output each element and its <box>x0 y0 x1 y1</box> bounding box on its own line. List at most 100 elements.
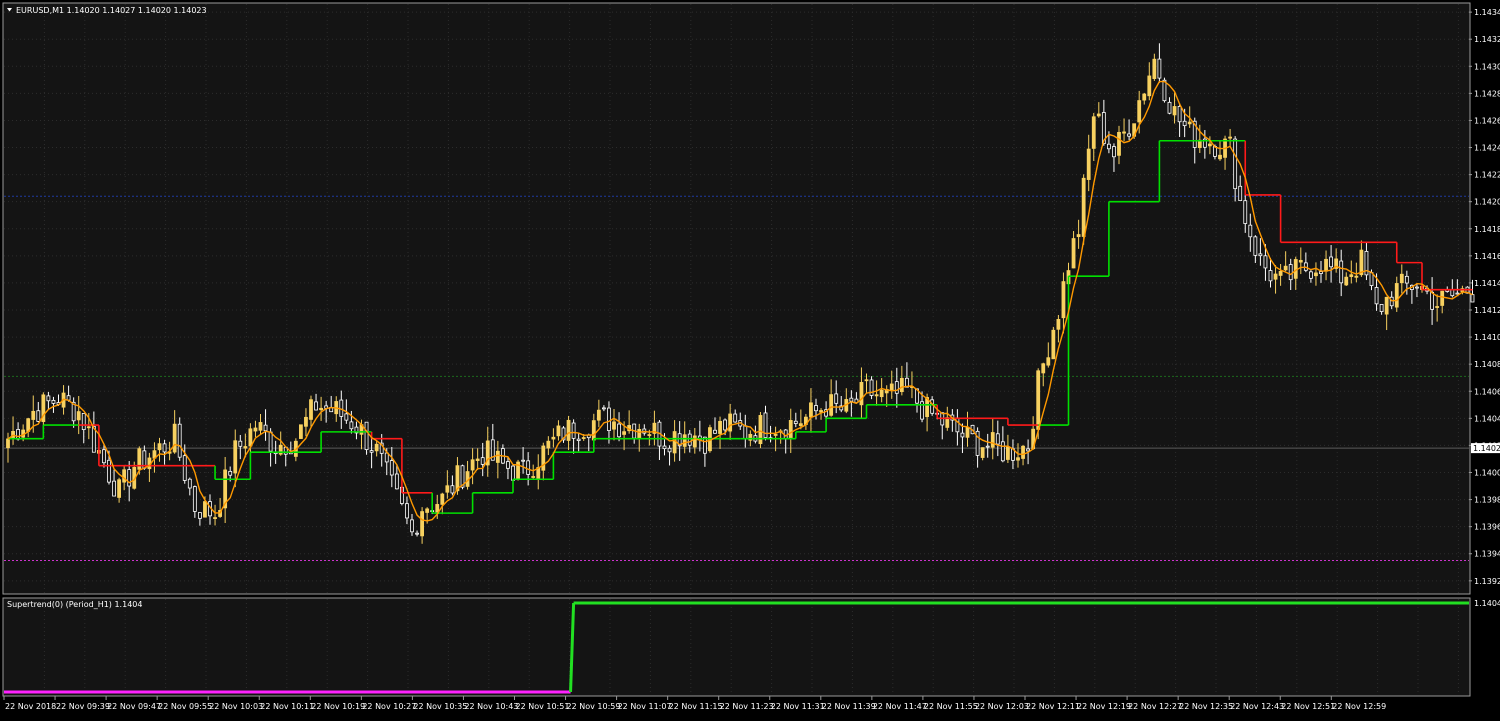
candle-body <box>1238 185 1243 201</box>
candle-body <box>1006 446 1010 460</box>
candle-body <box>899 377 904 393</box>
candle-body <box>531 476 536 478</box>
time-tick-label: 22 Nov 11:39 <box>822 702 876 711</box>
candle-body <box>788 420 793 439</box>
candle-body <box>733 413 738 423</box>
candle-body <box>612 421 616 430</box>
candle-body <box>551 436 556 440</box>
candle-body <box>1253 236 1258 256</box>
candle-body <box>1228 136 1232 139</box>
price-tick-label: 1.14045 <box>1474 414 1500 423</box>
candle-body <box>703 436 707 454</box>
candle-body <box>36 410 41 422</box>
time-tick-label: 22 Nov 12:59 <box>1332 702 1386 711</box>
candle-body <box>687 433 692 446</box>
candle-body <box>894 381 899 394</box>
candle-body <box>576 438 581 441</box>
indicator-pane[interactable] <box>2 597 1471 697</box>
candle-body <box>495 450 500 463</box>
candle-body <box>162 443 167 453</box>
candle-body <box>228 471 233 476</box>
time-tick-label: 22 Nov 10:27 <box>362 702 416 711</box>
candle-body <box>470 459 475 471</box>
price-tick-label: 1.14005 <box>1474 468 1500 477</box>
candle-body <box>1399 273 1404 284</box>
candle-body <box>864 379 869 382</box>
candle-body <box>1309 271 1313 279</box>
candle-body <box>849 397 854 402</box>
candle-body <box>889 383 894 390</box>
candle-body <box>1122 131 1126 134</box>
indicator-header: Supertrend(0) (Period_H1) 1.1404 <box>7 600 142 609</box>
candle-body <box>203 501 207 518</box>
candle-body <box>187 478 192 489</box>
candle-body <box>1278 271 1283 276</box>
candle-body <box>617 423 621 438</box>
time-tick-label: 22 Nov 11:55 <box>924 702 978 711</box>
symbol-header: EURUSD,M1 1.14020 1.14027 1.14020 1.1402… <box>16 6 207 15</box>
candle-body <box>6 438 10 449</box>
candle-body <box>1374 287 1379 305</box>
price-tick-label: 1.13925 <box>1474 577 1500 586</box>
price-tick-label: 1.13985 <box>1474 496 1500 505</box>
candle-body <box>511 465 515 481</box>
candle-body <box>829 394 834 416</box>
price-tick-label: 1.14085 <box>1474 360 1500 369</box>
main-chart-pane[interactable] <box>2 2 1471 595</box>
candle-body <box>1071 238 1076 269</box>
time-tick-label: 22 Nov 09:39 <box>56 702 110 711</box>
candle-body <box>298 424 303 439</box>
candle-body <box>879 389 884 398</box>
price-tick-label: 1.14305 <box>1474 62 1500 71</box>
candle-body <box>637 429 642 439</box>
time-tick-label: 22 Nov 12:35 <box>1179 702 1233 711</box>
candle-body <box>1339 260 1344 284</box>
candle-body <box>1182 120 1187 127</box>
candle-body <box>566 419 571 441</box>
candle-body <box>1354 275 1359 278</box>
price-chart[interactable]: 1.14345 1.14325 1.14305 1.14285 1.14265 1.142… <box>0 0 1500 717</box>
price-tick-label: 1.14325 <box>1474 35 1500 44</box>
candle-body <box>309 399 313 420</box>
candle-body <box>112 480 116 497</box>
price-tick-label: 1.14345 <box>1474 8 1500 17</box>
candle-body <box>1319 271 1323 274</box>
price-tick-label: 1.14165 <box>1474 252 1500 261</box>
candle-body <box>374 443 379 452</box>
price-tick-label: 1.13965 <box>1474 523 1500 532</box>
candle-body <box>268 431 273 452</box>
candle-body <box>1081 177 1086 237</box>
candle-body <box>743 425 748 440</box>
candle-body <box>647 434 652 436</box>
candle-body <box>622 431 626 435</box>
price-tick-label: 1.14245 <box>1474 144 1500 153</box>
price-tick-label: 1.14205 <box>1474 198 1500 207</box>
candle-body <box>248 428 253 447</box>
candle-body <box>1329 256 1333 268</box>
candle-body <box>369 450 374 453</box>
candle-body <box>1470 294 1475 303</box>
candle-body <box>127 469 132 487</box>
mt4-chart-window[interactable]: 1.14345 1.14325 1.14305 1.14285 1.14265 1.142… <box>0 0 1500 717</box>
candle-body <box>980 447 985 458</box>
candle-body <box>445 485 450 493</box>
candle-body <box>243 446 248 449</box>
candle-body <box>1152 58 1157 79</box>
time-tick-label: 22 Nov 10:03 <box>209 702 263 711</box>
candle-body <box>819 410 823 413</box>
time-tick-label: 22 Nov 10:59 <box>567 702 621 711</box>
candle-body <box>591 420 596 441</box>
candle-body <box>253 427 258 432</box>
time-tick-label: 22 Nov 12:27 <box>1128 702 1182 711</box>
candle-body <box>526 460 531 475</box>
candle-body <box>172 423 177 453</box>
candle-body <box>1056 319 1061 330</box>
price-tick-label: 1.14125 <box>1474 306 1500 315</box>
candle-body <box>364 421 369 451</box>
candle-body <box>314 401 318 411</box>
candle-body <box>521 459 525 462</box>
candle-body <box>1455 292 1460 295</box>
candle-body <box>197 512 202 519</box>
time-tick-label: 22 Nov 11:23 <box>720 702 774 711</box>
candle-body <box>1051 329 1056 360</box>
